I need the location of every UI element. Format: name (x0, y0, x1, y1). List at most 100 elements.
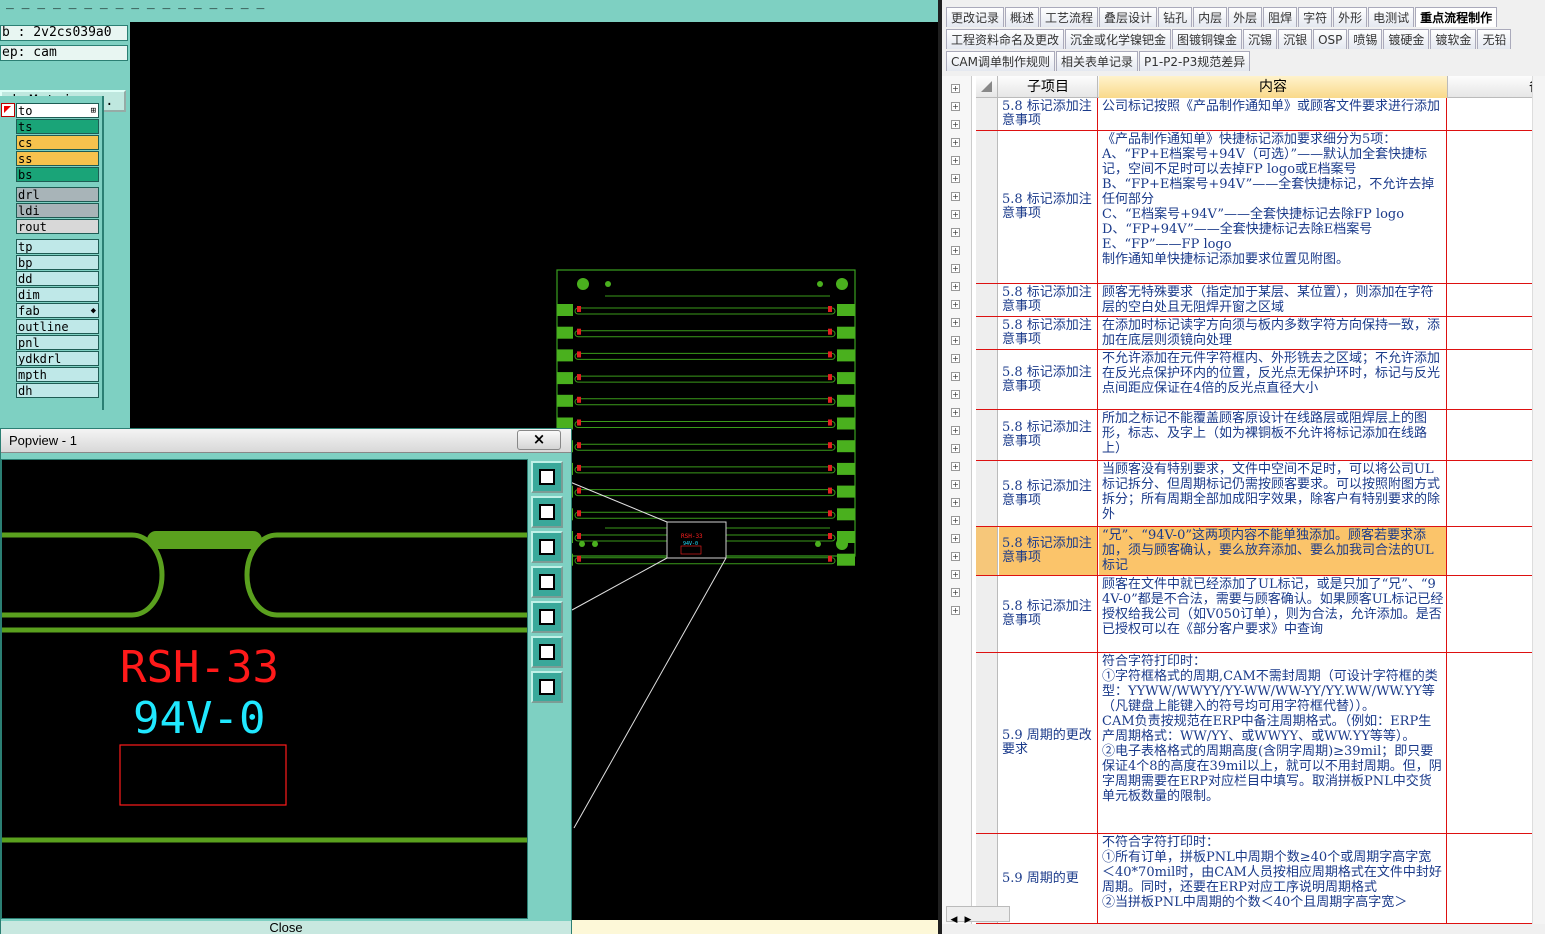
expand-row-icon[interactable]: + (951, 102, 960, 111)
row-selector[interactable] (976, 461, 998, 526)
expand-row-icon[interactable]: + (951, 354, 960, 363)
cell-sub-item[interactable]: 5.8 标记添加注意事项 (999, 527, 1098, 575)
cell-sub-item[interactable]: 5.8 标记添加注意事项 (999, 461, 1098, 526)
layer-ts[interactable]: ts (16, 119, 99, 134)
scroll-right-icon[interactable]: ▶ (961, 913, 975, 927)
layer-rout[interactable]: rout (16, 219, 99, 234)
expand-row-icon[interactable]: + (951, 444, 960, 453)
expand-row-icon[interactable]: + (951, 300, 960, 309)
tab-0-10[interactable]: 电测试 (1368, 7, 1415, 27)
cell-sub-item[interactable]: 5.8 标记添加注意事项 (999, 410, 1098, 460)
cell-content[interactable]: “兄”、“94V-0”这两项内容不能单独添加。顾客若要求添加，须与顾客确认，要么… (1099, 527, 1447, 575)
cell-sub-item[interactable]: 5.8 标记添加注意事项 (999, 284, 1098, 316)
pan-down-icon[interactable] (531, 531, 563, 563)
popview-close-icon[interactable]: × (517, 430, 561, 450)
cell-remark[interactable] (1448, 834, 1545, 923)
zoom-window-icon[interactable] (531, 461, 563, 493)
tab-1-6[interactable]: 喷锡 (1348, 29, 1383, 49)
layer-ss[interactable]: ss (16, 151, 99, 166)
cell-sub-item[interactable]: 5.8 标记添加注意事项 (999, 350, 1098, 409)
expand-row-icon[interactable]: + (951, 552, 960, 561)
cell-remark[interactable] (1448, 317, 1545, 349)
expand-row-icon[interactable]: + (951, 174, 960, 183)
scroll-left-icon[interactable]: ◀ (947, 913, 961, 927)
tab-1-5[interactable]: OSP (1313, 29, 1348, 49)
cell-remark[interactable] (1448, 284, 1545, 316)
expand-row-icon[interactable]: + (951, 372, 960, 381)
cell-content[interactable]: 不符合字符打印时： ①所有订单，拼板PNL中周期个数≥40个或周期字高字宽＜40… (1099, 834, 1447, 923)
tab-1-3[interactable]: 沉锡 (1243, 29, 1278, 49)
layer-ldi[interactable]: ldi (16, 203, 99, 218)
cell-content[interactable]: 不允许添加在元件字符框内、外形铣去之区域；不允许添加在反光点保护环内的位置，反光… (1099, 350, 1447, 409)
cell-sub-item[interactable]: 5.8 标记添加注意事项 (999, 576, 1098, 652)
tab-1-1[interactable]: 沉金或化学镍钯金 (1065, 29, 1172, 49)
cell-sub-item[interactable]: 5.9 周期的更改要求 (999, 653, 1098, 833)
cell-remark[interactable] (1448, 461, 1545, 526)
cell-content[interactable]: 公司标记按照《产品制作通知单》或顾客文件要求进行添加 (1099, 98, 1447, 130)
expand-row-icon[interactable]: + (951, 390, 960, 399)
layer-bp[interactable]: bp (16, 255, 99, 270)
layer-ydkdrl[interactable]: ydkdrl (16, 351, 99, 366)
tab-0-6[interactable]: 外层 (1228, 7, 1263, 27)
row-selector[interactable] (976, 98, 998, 130)
tab-0-8[interactable]: 字符 (1298, 7, 1333, 27)
layer-outline[interactable]: outline (16, 319, 99, 334)
tab-1-4[interactable]: 沉银 (1278, 29, 1313, 49)
column-header-sub-item[interactable]: 子项目 (999, 76, 1098, 98)
expand-row-icon[interactable]: + (951, 228, 960, 237)
cell-content[interactable]: 《产品制作通知单》快捷标记添加要求细分为5项： A、“FP+E档案号+94V（可… (1099, 131, 1447, 283)
tab-0-9[interactable]: 外形 (1333, 7, 1368, 27)
cell-content[interactable]: 顾客无特殊要求（指定加于某层、某位置），则添加在字符层的空白处且无阻焊开窗之区域 (1099, 284, 1447, 316)
layer-to[interactable]: to ⊞ (16, 103, 99, 118)
expand-row-icon[interactable]: + (951, 462, 960, 471)
expand-row-icon[interactable]: + (951, 480, 960, 489)
pan-right-icon[interactable] (531, 601, 563, 633)
table-row[interactable]: 5.8 标记添加注意事项 不允许添加在元件字符框内、外形铣去之区域；不允许添加在反… (976, 350, 1545, 410)
tab-0-7[interactable]: 阻焊 (1263, 7, 1298, 27)
select-all-icon[interactable] (976, 76, 998, 98)
zoom-out-icon[interactable] (531, 671, 563, 703)
expand-row-icon[interactable]: + (951, 84, 960, 93)
job-name-field[interactable]: b : 2v2cs039a0 (0, 25, 128, 41)
layer-bs[interactable]: bs (16, 167, 99, 182)
row-selector[interactable] (976, 350, 998, 409)
tab-0-1[interactable]: 概述 (1005, 7, 1040, 27)
row-selector[interactable] (976, 576, 998, 652)
tab-0-3[interactable]: 叠层设计 (1099, 7, 1158, 27)
cell-remark[interactable] (1448, 576, 1545, 652)
layer-cs[interactable]: cs (16, 135, 99, 150)
tab-1-2[interactable]: 图镀铜镍金 (1172, 29, 1243, 49)
cell-sub-item[interactable]: 5.8 标记添加注意事项 (999, 317, 1098, 349)
tab-0-2[interactable]: 工艺流程 (1040, 7, 1099, 27)
expand-row-icon[interactable]: + (951, 192, 960, 201)
expand-row-icon[interactable]: + (951, 264, 960, 273)
tab-2-1[interactable]: 相关表单记录 (1055, 51, 1138, 71)
expand-row-icon[interactable]: + (951, 516, 960, 525)
tab-1-8[interactable]: 镀软金 (1430, 29, 1477, 49)
row-selector[interactable] (976, 653, 998, 833)
tab-0-0[interactable]: 更改记录 (946, 7, 1005, 27)
expand-row-icon[interactable]: + (951, 282, 960, 291)
layer-drl[interactable]: drl (16, 187, 99, 202)
pan-up-icon[interactable] (531, 496, 563, 528)
expand-row-icon[interactable]: + (951, 336, 960, 345)
expand-row-icon[interactable]: + (951, 246, 960, 255)
tab-2-0[interactable]: CAM调单制作规则 (946, 51, 1055, 71)
expand-row-icon[interactable]: + (951, 498, 960, 507)
table-row[interactable]: 5.9 周期的更 不符合字符打印时： ①所有订单，拼板PNL中周期个数≥40个或周… (976, 834, 1545, 924)
layer-dd[interactable]: dd (16, 271, 99, 286)
cell-sub-item[interactable]: 5.8 标记添加注意事项 (999, 98, 1098, 130)
expand-row-icon[interactable]: + (951, 570, 960, 579)
table-row[interactable]: 5.8 标记添加注意事项 顾客无特殊要求（指定加于某层、某位置），则添加在字符层的… (976, 284, 1545, 317)
layer-tp[interactable]: tp (16, 239, 99, 254)
row-selector[interactable] (976, 410, 998, 460)
tab-1-9[interactable]: 无铅 (1477, 29, 1512, 49)
cell-content[interactable]: 当顾客没有特别要求，文件中空间不足时，可以将公司UL标记拆分、但周期标记仍需按顾… (1099, 461, 1447, 526)
expand-row-icon[interactable]: + (951, 534, 960, 543)
table-row[interactable]: 5.8 标记添加注意事项 在添加时标记读字方向须与板内多数字符方向保持一致，添加在… (976, 317, 1545, 350)
expand-row-icon[interactable]: + (951, 120, 960, 129)
popview-canvas[interactable]: RSH-33 94V-0 (1, 459, 528, 919)
expand-row-icon[interactable]: + (951, 318, 960, 327)
row-selector[interactable] (976, 527, 998, 575)
cell-content[interactable]: 符合字符打印时： ①字符框格式的周期,CAM不需封周期（可设计字符框的类型：YY… (1099, 653, 1447, 833)
